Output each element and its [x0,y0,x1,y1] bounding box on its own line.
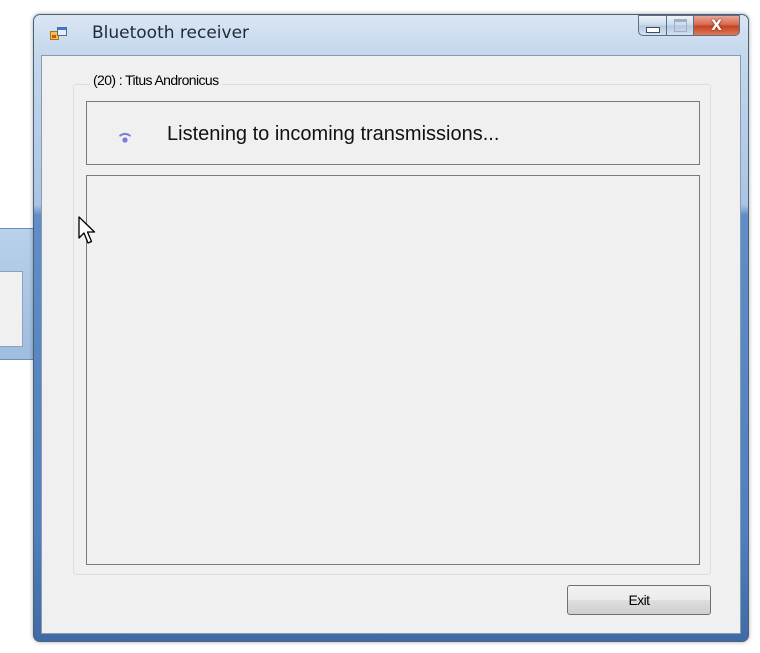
exit-button[interactable]: Exit [567,585,711,615]
client-area: (20) : Titus Andronicus Listening to inc… [41,55,741,634]
window-title: Bluetooth receiver [92,23,250,43]
status-text: Listening to incoming transmissions... [167,123,500,145]
background-window-panel [0,271,23,347]
minimize-icon [645,26,660,33]
close-button[interactable]: X [694,15,740,36]
maximize-button[interactable] [667,15,694,36]
close-icon: X [711,17,722,34]
groupbox-label: (20) : Titus Andronicus [90,72,222,88]
wireless-signal-icon [119,132,131,143]
transmission-log-list[interactable] [86,175,700,565]
maximize-icon [673,19,687,32]
minimize-button[interactable] [638,15,667,36]
mouse-cursor-icon [78,216,96,244]
caption-buttons: X [638,15,740,37]
app-window-icon [50,27,67,40]
status-panel: Listening to incoming transmissions... [86,101,700,165]
title-bar[interactable]: Bluetooth receiver X [34,15,748,51]
bluetooth-receiver-window: Bluetooth receiver X (20) : Titus Andron… [33,14,749,642]
